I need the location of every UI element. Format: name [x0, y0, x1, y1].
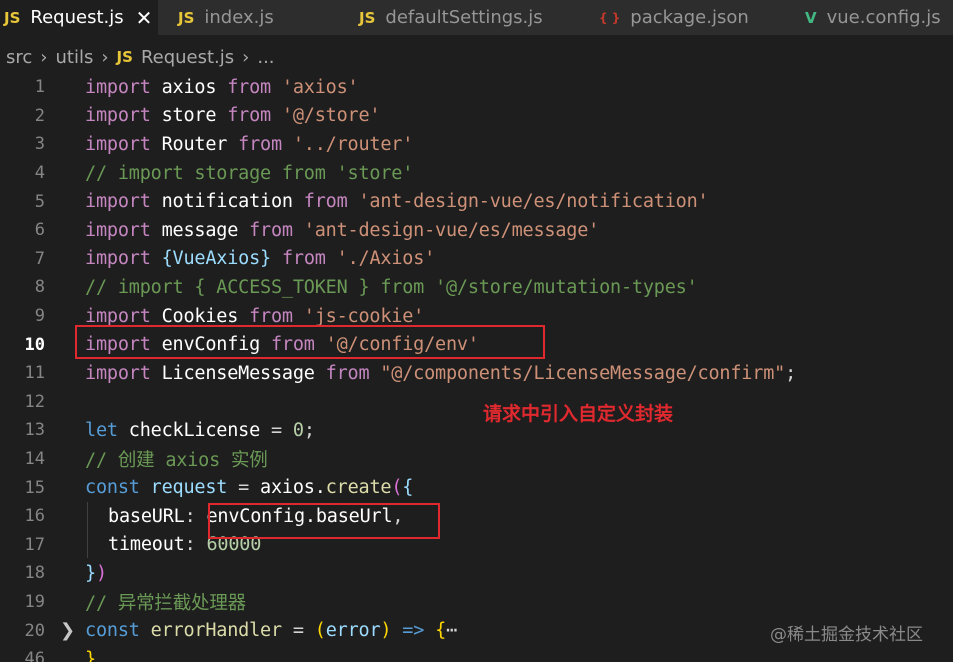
line-number-active: 10 [24, 334, 45, 355]
line-number: 7 [34, 248, 45, 269]
line-number: 16 [24, 506, 45, 527]
breadcrumb-item-utils[interactable]: utils [55, 47, 93, 68]
npm-package-icon: { } [599, 10, 621, 25]
code-text: import store from '@/store' [85, 105, 381, 127]
code-line: 8 // import { ACCESS_TOKEN } from '@/sto… [0, 273, 953, 302]
code-text: import Cookies from 'js-cookie' [85, 305, 425, 327]
code-line: 14 // 创建 axios 实例 [0, 445, 953, 474]
code-text: import LicenseMessage from "@/components… [85, 362, 797, 384]
code-text: import axios from 'axios' [85, 76, 359, 98]
highlight-box-import [75, 325, 545, 359]
line-number: 19 [24, 592, 45, 613]
line-number: 15 [24, 477, 45, 498]
line-number: 5 [34, 191, 45, 212]
line-number: 17 [24, 534, 45, 555]
breadcrumb-item-src[interactable]: src [6, 47, 32, 68]
line-number: 8 [34, 277, 45, 298]
code-text: import {VueAxios} from './Axios' [85, 248, 436, 270]
code-text: const request = axios.create({ [85, 477, 414, 499]
code-line: 19 // 异常拦截处理器 [0, 588, 953, 617]
code-text: } [85, 648, 96, 662]
tab-label: Request.js [30, 7, 124, 28]
code-line: 3 import Router from '../router' [0, 130, 953, 159]
code-comment: // import storage from 'store' [85, 162, 414, 184]
code-text: const errorHandler = (error) => {⋯ [85, 620, 458, 642]
chevron-right-icon: › [101, 46, 109, 68]
tab-label: vue.config.js [826, 7, 941, 28]
code-comment: // 异常拦截处理器 [85, 593, 246, 615]
line-number: 9 [34, 306, 45, 327]
code-text: import Router from '../router' [85, 133, 414, 155]
code-text: let checkLicense = 0; [85, 419, 315, 441]
tab-index-js[interactable]: JS index.js [158, 0, 341, 35]
highlight-box-baseurl [208, 503, 440, 539]
code-line: 2 import store from '@/store' [0, 102, 953, 131]
line-number: 1 [34, 77, 45, 98]
code-line: 46 } [0, 645, 953, 662]
ellipsis-icon: ⋯ [446, 620, 458, 642]
line-number: 18 [24, 563, 45, 584]
annotation-note: 请求中引入自定义封装 [483, 403, 674, 425]
line-number: 11 [24, 363, 45, 384]
javascript-file-icon: JS [4, 8, 21, 27]
tab-package-json[interactable]: { } package.json [577, 0, 785, 35]
breadcrumb: src › utils › JS Request.js › ... [0, 40, 275, 74]
code-text: }) [85, 562, 107, 584]
code-line: 16 baseURL: envConfig.baseUrl, [0, 502, 953, 531]
code-line: 1 import axios from 'axios' [0, 73, 953, 102]
code-line: 17 timeout: 60000 [0, 531, 953, 560]
chevron-right-icon: › [242, 46, 250, 68]
javascript-file-icon: JS [359, 8, 376, 27]
code-comment: // 创建 axios 实例 [85, 450, 268, 472]
tab-label: defaultSettings.js [385, 7, 543, 28]
line-number: 6 [34, 220, 45, 241]
line-number: 12 [24, 391, 45, 412]
code-text: import message from 'ant-design-vue/es/m… [85, 219, 600, 241]
code-text: import notification from 'ant-design-vue… [85, 191, 709, 213]
code-editor[interactable]: 1 import axios from 'axios' 2 import sto… [0, 73, 953, 662]
code-line: 12 [0, 388, 953, 417]
code-line: 18 }) [0, 559, 953, 588]
code-line: 5 import notification from 'ant-design-v… [0, 187, 953, 216]
line-number: 13 [24, 420, 45, 441]
tab-request-js[interactable]: JS Request.js ✕ [0, 0, 158, 35]
tab-label: package.json [630, 7, 749, 28]
line-number: 46 [24, 649, 45, 662]
tab-default-settings-js[interactable]: JS defaultSettings.js [341, 0, 577, 35]
code-line: 6 import message from 'ant-design-vue/es… [0, 216, 953, 245]
line-number: 3 [34, 134, 45, 155]
line-number: 20 [24, 620, 45, 641]
line-number: 14 [24, 449, 45, 470]
code-line: 4 // import storage from 'store' [0, 159, 953, 188]
vue-file-icon: V [805, 8, 817, 27]
code-comment: // import { ACCESS_TOKEN } from '@/store… [85, 276, 698, 298]
javascript-file-icon: JS [178, 8, 195, 27]
tab-label: index.js [204, 7, 274, 28]
chevron-right-icon: › [40, 46, 48, 68]
breadcrumb-item-symbol[interactable]: ... [257, 47, 274, 68]
code-line: 11 import LicenseMessage from "@/compone… [0, 359, 953, 388]
chevron-right-icon[interactable]: ❯ [60, 620, 75, 641]
line-number: 4 [34, 163, 45, 184]
line-number: 2 [34, 105, 45, 126]
breadcrumb-item-file[interactable]: Request.js [141, 47, 234, 68]
code-line: 13 let checkLicense = 0; [0, 416, 953, 445]
close-icon[interactable]: ✕ [136, 6, 153, 30]
javascript-file-icon: JS [116, 48, 133, 66]
code-line: 7 import {VueAxios} from './Axios' [0, 245, 953, 274]
editor-tab-bar: JS Request.js ✕ JS index.js JS defaultSe… [0, 0, 953, 35]
code-line: 15 const request = axios.create({ [0, 473, 953, 502]
tab-vue-config-js[interactable]: V vue.config.js [785, 0, 953, 35]
watermark: @稀土掘金技术社区 [770, 625, 923, 645]
